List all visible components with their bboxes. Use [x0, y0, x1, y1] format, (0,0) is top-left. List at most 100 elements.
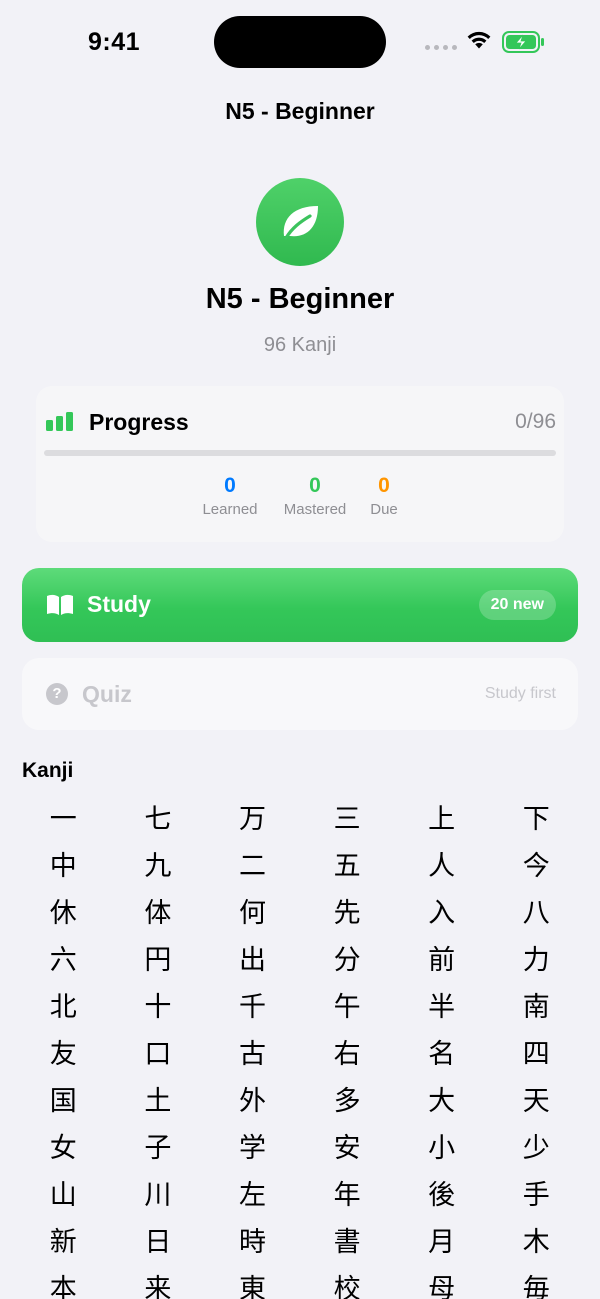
kanji-cell[interactable]: 新 [16, 1219, 111, 1266]
kanji-cell[interactable]: 万 [205, 796, 300, 843]
kanji-cell[interactable]: 大 [394, 1078, 489, 1125]
kanji-cell[interactable]: 母 [394, 1266, 489, 1299]
kanji-cell[interactable]: 山 [16, 1172, 111, 1219]
nav-title: N5 - Beginner [225, 98, 375, 124]
kanji-cell[interactable]: 入 [394, 890, 489, 937]
kanji-cell[interactable]: 小 [394, 1125, 489, 1172]
kanji-cell[interactable]: 校 [300, 1266, 395, 1299]
kanji-cell[interactable]: 友 [16, 1031, 111, 1078]
kanji-cell[interactable]: 左 [205, 1172, 300, 1219]
stat-learned-value: 0 [224, 474, 236, 497]
kanji-cell[interactable]: 川 [111, 1172, 206, 1219]
kanji-cell[interactable]: 円 [111, 937, 206, 984]
kanji-cell[interactable]: 上 [394, 796, 489, 843]
stat-learned-label: Learned [202, 501, 258, 518]
kanji-cell[interactable]: 女 [16, 1125, 111, 1172]
kanji-cell[interactable]: 三 [300, 796, 395, 843]
quiz-button[interactable]: ? Quiz Study first [22, 658, 578, 730]
kanji-cell[interactable]: 五 [300, 843, 395, 890]
kanji-cell[interactable]: 下 [489, 796, 584, 843]
kanji-cell[interactable]: 天 [489, 1078, 584, 1125]
chart-bars-icon [46, 412, 73, 431]
kanji-cell[interactable]: 日 [111, 1219, 206, 1266]
kanji-cell[interactable]: 学 [205, 1125, 300, 1172]
kanji-cell[interactable]: 八 [489, 890, 584, 937]
kanji-cell[interactable]: 東 [205, 1266, 300, 1299]
kanji-cell[interactable]: 土 [111, 1078, 206, 1125]
kanji-cell[interactable]: 午 [300, 984, 395, 1031]
status-bar: 9:41 [0, 0, 600, 84]
kanji-count: 96 Kanji [263, 334, 337, 356]
kanji-cell[interactable]: 何 [205, 890, 300, 937]
kanji-cell[interactable]: 南 [489, 984, 584, 1031]
kanji-cell[interactable]: 先 [300, 890, 395, 937]
kanji-cell[interactable]: 分 [300, 937, 395, 984]
kanji-cell[interactable]: 六 [16, 937, 111, 984]
stat-mastered-value: 0 [309, 474, 321, 497]
kanji-cell[interactable]: 千 [205, 984, 300, 1031]
kanji-cell[interactable]: 少 [489, 1125, 584, 1172]
kanji-cell[interactable]: 本 [16, 1266, 111, 1299]
kanji-cell[interactable]: 北 [16, 984, 111, 1031]
kanji-cell[interactable]: 一 [16, 796, 111, 843]
kanji-cell[interactable]: 後 [394, 1172, 489, 1219]
level-title: N5 - Beginner [205, 283, 395, 315]
kanji-cell[interactable]: 十 [111, 984, 206, 1031]
progress-bar [44, 450, 556, 456]
kanji-cell[interactable]: 書 [300, 1219, 395, 1266]
kanji-cell[interactable]: 七 [111, 796, 206, 843]
kanji-cell[interactable]: 毎 [489, 1266, 584, 1299]
kanji-cell[interactable]: 安 [300, 1125, 395, 1172]
kanji-cell[interactable]: 四 [489, 1031, 584, 1078]
kanji-section-title: Kanji [22, 759, 74, 782]
kanji-cell[interactable]: 木 [489, 1219, 584, 1266]
kanji-cell[interactable]: 今 [489, 843, 584, 890]
kanji-cell[interactable]: 半 [394, 984, 489, 1031]
kanji-cell[interactable]: 年 [300, 1172, 395, 1219]
kanji-cell[interactable]: 口 [111, 1031, 206, 1078]
kanji-cell[interactable]: 古 [205, 1031, 300, 1078]
dynamic-island [214, 16, 386, 68]
stat-learned: 0 Learned [200, 474, 260, 518]
stat-due: 0 Due [366, 474, 402, 518]
leaf-icon [283, 206, 318, 240]
kanji-cell[interactable]: 多 [300, 1078, 395, 1125]
kanji-cell[interactable]: 国 [16, 1078, 111, 1125]
cellular-signal-icon [425, 45, 457, 50]
kanji-cell[interactable]: 力 [489, 937, 584, 984]
kanji-cell[interactable]: 中 [16, 843, 111, 890]
study-label: Study [87, 591, 151, 617]
progress-ratio: 0/96 [515, 410, 556, 433]
stat-due-label: Due [370, 501, 398, 518]
kanji-cell[interactable]: 名 [394, 1031, 489, 1078]
book-icon [47, 594, 73, 615]
kanji-cell[interactable]: 体 [111, 890, 206, 937]
kanji-grid: 一七万三上下中九二五人今休体何先入八六円出分前力北十千午半南友口古右名四国土外多… [16, 796, 584, 1299]
progress-card: Progress 0/96 0 Learned 0 Mastered 0 Due [36, 386, 564, 542]
kanji-cell[interactable]: 外 [205, 1078, 300, 1125]
kanji-cell[interactable]: 来 [111, 1266, 206, 1299]
kanji-cell[interactable]: 右 [300, 1031, 395, 1078]
kanji-cell[interactable]: 時 [205, 1219, 300, 1266]
kanji-cell[interactable]: 子 [111, 1125, 206, 1172]
kanji-cell[interactable]: 二 [205, 843, 300, 890]
question-circle-icon: ? [46, 683, 68, 705]
wifi-icon [467, 31, 491, 49]
stat-mastered: 0 Mastered [279, 474, 351, 518]
stat-due-value: 0 [378, 474, 390, 497]
level-badge [256, 178, 344, 266]
status-time: 9:41 [88, 28, 141, 56]
study-button[interactable]: Study 20 new [22, 568, 578, 642]
kanji-cell[interactable]: 九 [111, 843, 206, 890]
kanji-cell[interactable]: 人 [394, 843, 489, 890]
new-count-badge: 20 new [478, 590, 556, 620]
kanji-cell[interactable]: 休 [16, 890, 111, 937]
kanji-cell[interactable]: 手 [489, 1172, 584, 1219]
quiz-hint: Study first [484, 685, 556, 702]
battery-charging-icon [502, 31, 544, 53]
kanji-cell[interactable]: 前 [394, 937, 489, 984]
progress-label: Progress [89, 409, 189, 435]
kanji-cell[interactable]: 出 [205, 937, 300, 984]
quiz-label: Quiz [82, 681, 132, 707]
kanji-cell[interactable]: 月 [394, 1219, 489, 1266]
